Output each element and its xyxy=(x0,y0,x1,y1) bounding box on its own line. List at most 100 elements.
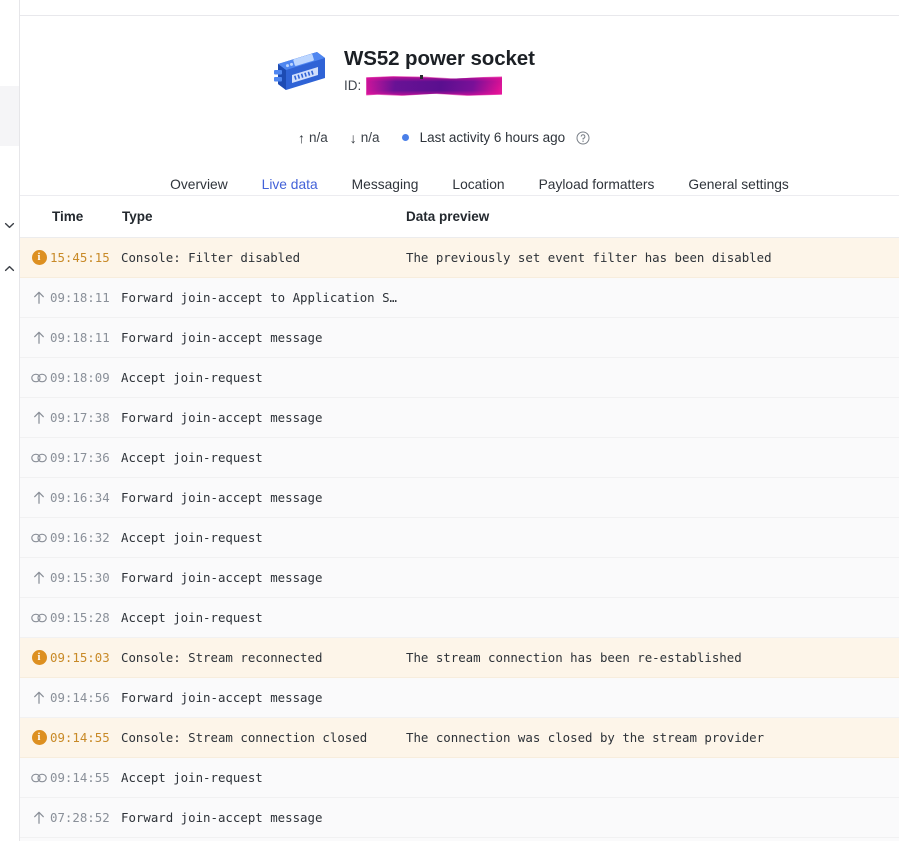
table-row[interactable]: i 09:15:03 Console: Stream reconnected The … xyxy=(20,638,899,678)
row-type: Accept join-request xyxy=(121,530,263,545)
column-header-type: Type xyxy=(122,209,153,224)
arrow-up-icon xyxy=(30,289,48,307)
live-data-table: Time Type Data preview i 15:45:15 Console:… xyxy=(20,196,899,841)
arrow-up-icon xyxy=(34,331,44,344)
info-circle-icon: i xyxy=(30,249,48,267)
row-data-preview: The connection was closed by the stream … xyxy=(406,730,765,745)
row-time: 09:15:30 xyxy=(50,570,110,585)
table-row[interactable]: 09:18:11 Forward join-accept message xyxy=(20,318,899,358)
link-icon xyxy=(31,533,47,542)
chevron-up-icon[interactable] xyxy=(2,261,17,276)
row-type: Accept join-request xyxy=(121,450,263,465)
link-icon xyxy=(31,773,47,782)
rail-highlight-block xyxy=(0,86,19,146)
row-time: 07:28:52 xyxy=(50,810,110,825)
row-type: Accept join-request xyxy=(121,370,263,385)
chevron-down-icon[interactable] xyxy=(2,218,17,233)
row-data-preview: The previously set event filter has been… xyxy=(406,250,772,265)
row-time: 09:14:56 xyxy=(50,690,110,705)
arrow-up-icon xyxy=(30,689,48,707)
table-row[interactable]: 09:16:32 Accept join-request xyxy=(20,518,899,558)
status-dot-icon xyxy=(401,134,409,141)
arrow-up-icon xyxy=(34,491,44,504)
row-time: 09:17:38 xyxy=(50,410,110,425)
device-id-label: ID: xyxy=(344,78,362,93)
downlink-value: n/a xyxy=(360,130,380,145)
table-row[interactable]: 09:17:36 Accept join-request xyxy=(20,438,899,478)
row-data-preview: The stream connection has been re-establ… xyxy=(406,650,742,665)
arrow-down-icon: ↓ xyxy=(349,129,357,146)
table-row[interactable]: 09:15:30 Forward join-accept message xyxy=(20,558,899,598)
row-type: Forward join-accept message xyxy=(121,490,323,505)
table-row[interactable]: i 15:45:15 Console: Filter disabled The pre… xyxy=(20,238,899,278)
arrow-up-icon xyxy=(34,811,44,824)
help-circle-icon[interactable] xyxy=(576,131,590,145)
link-icon xyxy=(31,613,47,622)
device-stats: ↑ n/a ↓ n/a Last activity 6 hours ago xyxy=(298,130,612,145)
link-icon xyxy=(30,529,48,547)
table-row[interactable]: 09:14:55 Accept join-request xyxy=(20,758,899,798)
table-row[interactable]: 09:18:09 Accept join-request xyxy=(20,358,899,398)
row-time: 09:18:11 xyxy=(50,330,110,345)
row-type: Forward join-accept message xyxy=(121,690,323,705)
link-icon xyxy=(30,769,48,787)
arrow-up-icon xyxy=(34,291,44,304)
table-row[interactable]: i 09:14:55 Console: Stream connection clos… xyxy=(20,718,899,758)
row-type: Console: Filter disabled xyxy=(121,250,301,265)
row-time: 09:18:09 xyxy=(50,370,110,385)
info-circle-icon: i xyxy=(31,250,47,265)
uplink-value: n/a xyxy=(309,130,328,145)
arrow-up-icon xyxy=(30,489,48,507)
row-type: Console: Stream connection closed xyxy=(121,730,368,745)
row-time: 09:18:11 xyxy=(50,290,110,305)
info-circle-icon: i xyxy=(31,730,47,745)
table-row[interactable]: 09:18:11 Forward join-accept to Applicati… xyxy=(20,278,899,318)
row-time: 09:17:36 xyxy=(50,450,110,465)
device-text-block: WS52 power socket ID: xyxy=(344,44,535,97)
arrow-up-icon xyxy=(34,411,44,424)
link-icon xyxy=(30,369,48,387)
row-time: 09:14:55 xyxy=(50,730,110,745)
link-icon xyxy=(31,453,47,462)
table-row[interactable]: 09:16:34 Forward join-accept message xyxy=(20,478,899,518)
arrow-up-icon xyxy=(34,571,44,584)
arrow-up-icon xyxy=(30,809,48,827)
row-type: Forward join-accept message xyxy=(121,810,323,825)
column-header-data-preview: Data preview xyxy=(406,209,490,224)
row-time: 15:45:15 xyxy=(50,250,110,265)
table-row[interactable]: 09:17:38 Forward join-accept message xyxy=(20,398,899,438)
row-type: Forward join-accept to Application S… xyxy=(121,290,398,305)
info-circle-icon: i xyxy=(30,729,48,747)
arrow-up-icon xyxy=(30,329,48,347)
downlink-count: ↓ n/a xyxy=(350,130,380,145)
last-activity: Last activity 6 hours ago xyxy=(401,130,591,145)
arrow-up-icon xyxy=(30,409,48,427)
row-type: Forward join-accept message xyxy=(121,410,323,425)
row-time: 09:16:34 xyxy=(50,490,110,505)
left-rail xyxy=(0,0,20,841)
row-time: 09:15:28 xyxy=(50,610,110,625)
info-circle-icon: i xyxy=(31,650,47,665)
table-row[interactable]: 09:15:28 Accept join-request xyxy=(20,598,899,638)
row-type: Console: Stream reconnected xyxy=(121,650,323,665)
arrow-up-icon: ↑ xyxy=(298,129,305,146)
row-time: 09:14:55 xyxy=(50,770,110,785)
row-type: Accept join-request xyxy=(121,610,263,625)
table-header-row: Time Type Data preview xyxy=(20,196,899,238)
table-body: i 15:45:15 Console: Filter disabled The pre… xyxy=(20,238,899,838)
info-circle-icon: i xyxy=(30,649,48,667)
row-time: 09:15:03 xyxy=(50,650,110,665)
arrow-up-icon xyxy=(30,569,48,587)
device-title-row: WS52 power socket ID: xyxy=(272,44,535,97)
link-icon xyxy=(31,373,47,382)
last-activity-text: Last activity 6 hours ago xyxy=(419,130,566,145)
table-row[interactable]: 09:14:56 Forward join-accept message xyxy=(20,678,899,718)
page-title: WS52 power socket xyxy=(344,47,535,70)
column-header-time: Time xyxy=(52,209,84,224)
device-id-row: ID: xyxy=(344,75,535,97)
row-time: 09:16:32 xyxy=(50,530,110,545)
table-row[interactable]: 07:28:52 Forward join-accept message xyxy=(20,798,899,838)
arrow-up-icon xyxy=(34,691,44,704)
row-type: Accept join-request xyxy=(121,770,263,785)
row-type: Forward join-accept message xyxy=(121,330,323,345)
